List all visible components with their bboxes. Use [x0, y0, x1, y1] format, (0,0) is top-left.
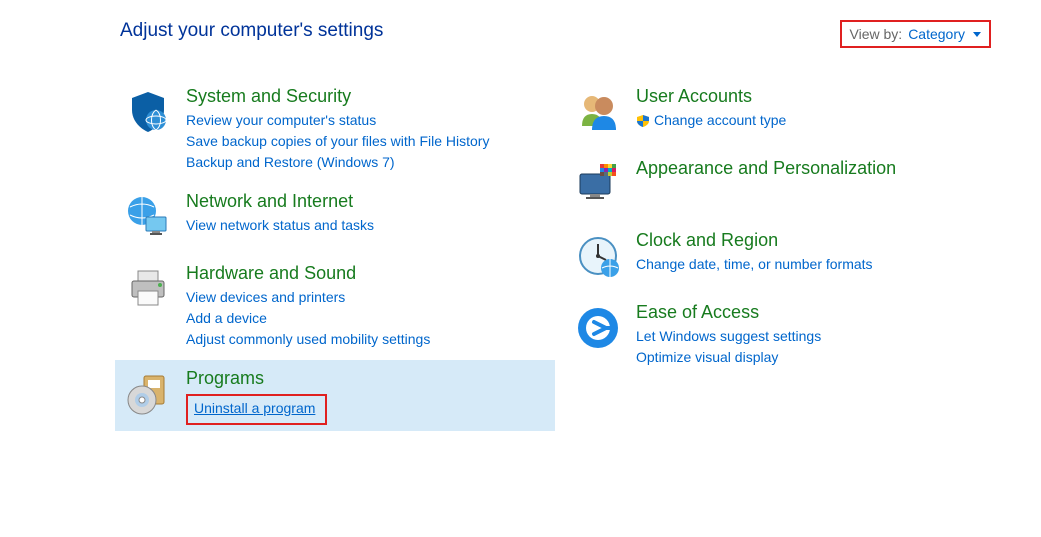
- category-appearance: Appearance and Personalization: [565, 150, 1005, 218]
- link-backup-restore[interactable]: Backup and Restore (Windows 7): [186, 152, 489, 173]
- category-programs: Programs Uninstall a program: [115, 360, 555, 431]
- ease-of-access-title[interactable]: Ease of Access: [636, 302, 821, 323]
- view-by-dropdown[interactable]: View by: Category: [840, 20, 991, 48]
- appearance-title[interactable]: Appearance and Personalization: [636, 158, 896, 179]
- link-suggest-settings[interactable]: Let Windows suggest settings: [636, 326, 821, 347]
- link-review-status[interactable]: Review your computer's status: [186, 110, 489, 131]
- category-user-accounts: User Accounts Change account type: [565, 78, 1005, 146]
- link-mobility[interactable]: Adjust commonly used mobility settings: [186, 329, 430, 350]
- view-by-value: Category: [908, 26, 965, 42]
- user-accounts-title[interactable]: User Accounts: [636, 86, 786, 107]
- view-by-label: View by:: [850, 26, 903, 42]
- network-internet-title[interactable]: Network and Internet: [186, 191, 374, 212]
- disc-box-icon[interactable]: [120, 366, 176, 422]
- page-title: Adjust your computer's settings: [120, 20, 383, 42]
- printer-icon[interactable]: [120, 261, 176, 317]
- category-network: Network and Internet View network status…: [115, 183, 555, 251]
- link-add-device[interactable]: Add a device: [186, 308, 430, 329]
- clock-region-title[interactable]: Clock and Region: [636, 230, 873, 251]
- category-ease-of-access: Ease of Access Let Windows suggest setti…: [565, 294, 1005, 374]
- monitor-colors-icon[interactable]: [570, 156, 626, 212]
- programs-title[interactable]: Programs: [186, 368, 327, 389]
- globe-monitor-icon[interactable]: [120, 189, 176, 245]
- clock-globe-icon[interactable]: [570, 228, 626, 284]
- uac-shield-icon: [636, 114, 650, 128]
- category-system-security: System and Security Review your computer…: [115, 78, 555, 179]
- users-icon[interactable]: [570, 84, 626, 140]
- right-column: User Accounts Change account type: [565, 78, 1005, 435]
- left-column: System and Security Review your computer…: [115, 78, 555, 435]
- uninstall-highlight-box: Uninstall a program: [186, 394, 327, 425]
- link-file-history[interactable]: Save backup copies of your files with Fi…: [186, 131, 489, 152]
- link-change-formats[interactable]: Change date, time, or number formats: [636, 254, 873, 275]
- category-clock-region: Clock and Region Change date, time, or n…: [565, 222, 1005, 290]
- category-hardware: Hardware and Sound View devices and prin…: [115, 255, 555, 356]
- link-uninstall-program[interactable]: Uninstall a program: [194, 398, 315, 419]
- link-devices-printers[interactable]: View devices and printers: [186, 287, 430, 308]
- shield-icon[interactable]: [120, 84, 176, 140]
- link-optimize-display[interactable]: Optimize visual display: [636, 347, 821, 368]
- system-security-title[interactable]: System and Security: [186, 86, 489, 107]
- chevron-down-icon: [973, 32, 981, 37]
- ease-of-access-icon[interactable]: [570, 300, 626, 356]
- link-change-account-type[interactable]: Change account type: [654, 110, 786, 131]
- hardware-sound-title[interactable]: Hardware and Sound: [186, 263, 430, 284]
- link-network-status[interactable]: View network status and tasks: [186, 215, 374, 236]
